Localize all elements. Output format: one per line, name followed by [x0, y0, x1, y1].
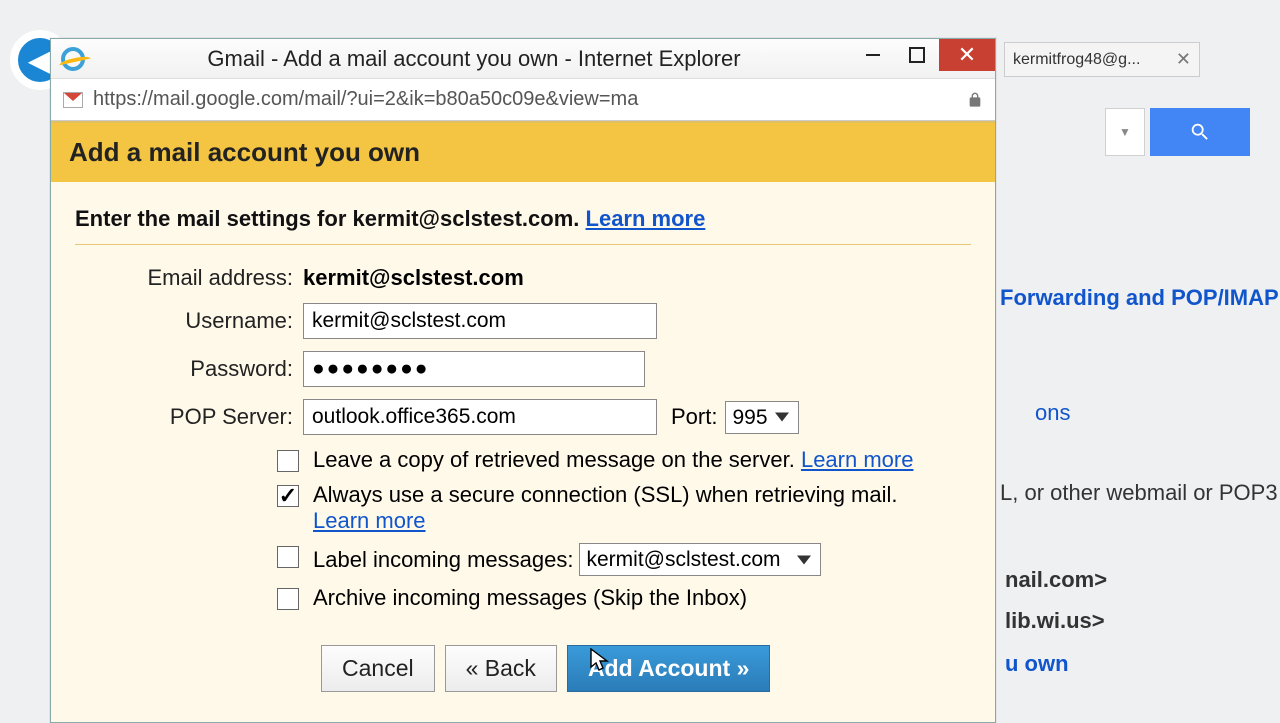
ie-icon [61, 47, 85, 71]
row-email: Email address: kermit@sclstest.com [75, 265, 971, 291]
leave-copy-learn-more[interactable]: Learn more [801, 447, 914, 472]
port-select[interactable]: 995 [725, 401, 799, 434]
label-select[interactable]: kermit@sclstest.com [579, 543, 821, 576]
leave-copy-checkbox[interactable] [277, 450, 299, 472]
bg-link-ons[interactable]: ons [1035, 400, 1265, 426]
row-pop: POP Server: Port: 995 [75, 399, 971, 435]
back-button[interactable]: « Back [445, 645, 557, 692]
dialog-prompt: Enter the mail settings for kermit@sclst… [75, 202, 971, 245]
tab-close-icon[interactable]: ✕ [1176, 49, 1191, 70]
row-archive: Archive incoming messages (Skip the Inbo… [277, 585, 971, 611]
popup-window: Gmail - Add a mail account you own - Int… [50, 38, 996, 723]
search-dropdown-arrow[interactable]: ▼ [1105, 108, 1145, 156]
bg-link-forwarding[interactable]: Forwarding and POP/IMAP [1000, 285, 1280, 311]
label-username: Username: [75, 308, 303, 334]
username-input[interactable] [303, 303, 657, 339]
leave-copy-label: Leave a copy of retrieved message on the… [313, 447, 801, 472]
ssl-label: Always use a secure connection (SSL) whe… [313, 482, 898, 507]
ssl-checkbox[interactable] [277, 485, 299, 507]
row-label-incoming: Label incoming messages: kermit@sclstest… [277, 543, 971, 576]
dialog-header: Add a mail account you own [51, 123, 995, 182]
archive-checkbox[interactable] [277, 588, 299, 610]
label-pop: POP Server: [75, 404, 303, 430]
url-text: https://mail.google.com/mail/?ui=2&ik=b8… [93, 88, 967, 111]
row-leave-copy: Leave a copy of retrieved message on the… [277, 447, 971, 473]
browser-tab[interactable]: kermitfrog48@g... ✕ [1004, 42, 1200, 77]
bg-text-webmail: L, or other webmail or POP3 [1000, 480, 1280, 506]
bg-text-mail2: lib.wi.us> [1005, 608, 1265, 634]
ssl-learn-more[interactable]: Learn more [313, 508, 426, 533]
tab-label: kermitfrog48@g... [1013, 51, 1140, 69]
email-value: kermit@sclstest.com [303, 265, 524, 291]
lock-icon [967, 91, 983, 109]
pop-server-input[interactable] [303, 399, 657, 435]
cancel-button[interactable]: Cancel [321, 645, 435, 692]
row-username: Username: [75, 303, 971, 339]
search-icon [1189, 121, 1211, 143]
label-password: Password: [75, 356, 303, 382]
label-email: Email address: [75, 265, 303, 291]
gmail-icon [63, 92, 83, 108]
bg-text-mail1: nail.com> [1005, 567, 1265, 593]
label-port: Port: [671, 404, 717, 430]
window-maximize-button[interactable] [895, 39, 939, 71]
bg-link-own[interactable]: u own [1005, 651, 1265, 677]
label-incoming-text: Label incoming messages: [313, 547, 573, 573]
window-minimize-button[interactable] [851, 39, 895, 71]
address-bar[interactable]: https://mail.google.com/mail/?ui=2&ik=b8… [51, 79, 995, 121]
dialog: Add a mail account you own Enter the mai… [51, 121, 995, 722]
window-close-button[interactable]: ✕ [939, 39, 995, 71]
label-incoming-checkbox[interactable] [277, 546, 299, 568]
learn-more-link[interactable]: Learn more [586, 206, 706, 231]
button-row: Cancel « Back Add Account » [321, 645, 971, 692]
archive-label: Archive incoming messages (Skip the Inbo… [313, 585, 747, 610]
search-button[interactable] [1150, 108, 1250, 156]
password-input[interactable] [303, 351, 645, 387]
add-account-button[interactable]: Add Account » [567, 645, 770, 692]
window-titlebar: Gmail - Add a mail account you own - Int… [51, 39, 995, 79]
row-ssl: Always use a secure connection (SSL) whe… [277, 482, 971, 534]
row-password: Password: [75, 351, 971, 387]
